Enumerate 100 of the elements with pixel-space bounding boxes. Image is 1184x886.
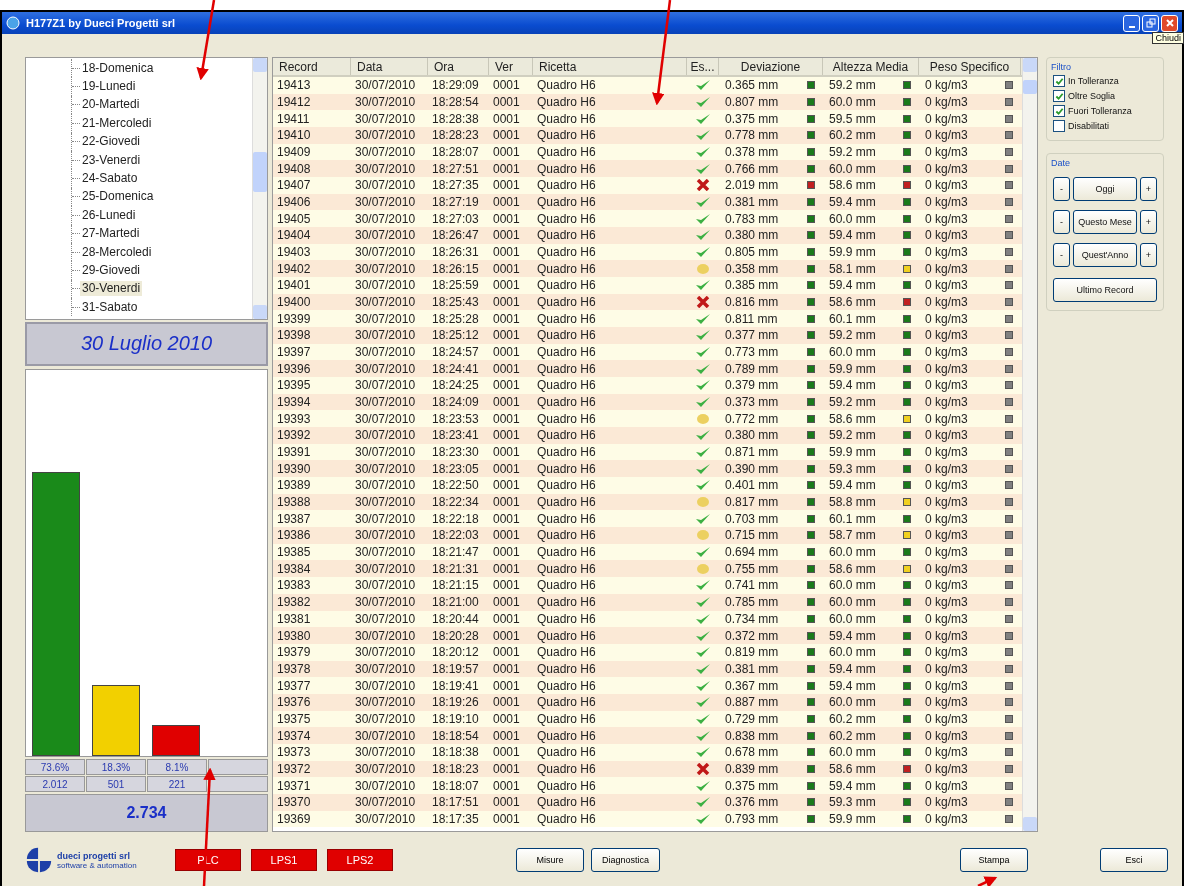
table-cell: 59.9 mm: [829, 811, 876, 826]
nav-button[interactable]: Misure: [516, 848, 584, 872]
column-header[interactable]: Peso Specifico: [919, 58, 1021, 75]
table-cell-text: 18:21:31: [431, 561, 480, 576]
column-header[interactable]: Deviazione: [719, 58, 823, 75]
table-cell-text: 30/07/2010: [354, 528, 417, 543]
next-button[interactable]: +: [1140, 177, 1157, 201]
scrollbar[interactable]: [252, 58, 267, 319]
tree-item[interactable]: 20-Martedi: [80, 97, 142, 113]
nav-button[interactable]: Diagnostica: [591, 848, 661, 872]
tree-item[interactable]: 18-Domenica: [80, 60, 156, 76]
tree-item[interactable]: 27-Martedi: [80, 226, 142, 242]
print-button[interactable]: Stampa: [960, 848, 1029, 872]
table-cell: 0.772 mm: [725, 411, 779, 426]
period-button[interactable]: Oggi: [1073, 177, 1137, 201]
table-cell-text: 19406: [276, 195, 312, 210]
table-cell-text: 30/07/2010: [354, 195, 417, 210]
previous-button[interactable]: -: [1053, 243, 1070, 267]
table-cell: 59.9 mm: [829, 361, 876, 376]
tree-item[interactable]: 25-Domenica: [80, 189, 156, 205]
tree-item[interactable]: 29-Giovedi: [80, 263, 143, 278]
checkbox[interactable]: [1053, 120, 1065, 132]
table-cell-text: Quadro H6: [536, 228, 597, 243]
table-cell-text: 18:20:12: [431, 645, 480, 660]
checkbox[interactable]: [1053, 90, 1065, 102]
table-cell-text: 18:27:03: [431, 211, 480, 226]
table-cell-text: Quadro H6: [536, 261, 597, 276]
exit-button[interactable]: Esci: [1100, 848, 1168, 872]
close-button[interactable]: [1161, 14, 1178, 32]
status-button[interactable]: LPS1: [251, 849, 317, 871]
table-cell: 0 kg/m3: [925, 678, 968, 693]
table-cell-text: Quadro H6: [536, 795, 597, 810]
tree-item[interactable]: 21-Mercoledi: [80, 115, 154, 131]
table-cell-text: 30/07/2010: [354, 461, 417, 476]
table-cell-text: 19409: [276, 145, 312, 159]
table-cell: 58.6 mm: [829, 411, 876, 426]
table-cell-text: 18:22:50: [431, 478, 480, 493]
previous-button[interactable]: -: [1053, 210, 1070, 234]
table-cell: 0.838 mm: [725, 728, 779, 743]
status-button[interactable]: LPS2: [327, 849, 393, 871]
table-cell-text: 30/07/2010: [354, 811, 417, 826]
table-cell-text: Quadro H6: [536, 378, 597, 393]
tree-item[interactable]: 23-Venerdi: [80, 152, 143, 168]
table-cell-text: 30/07/2010: [354, 628, 417, 643]
scrollbar[interactable]: [1022, 58, 1037, 831]
period-button[interactable]: Questo Mese: [1073, 210, 1137, 234]
previous-button[interactable]: -: [1053, 177, 1070, 201]
table-cell-text: 0001: [492, 161, 521, 176]
table-cell-text: 18:25:59: [431, 278, 480, 293]
status-button[interactable]: PLC: [175, 849, 241, 871]
column-header[interactable]: Altezza Media: [823, 58, 919, 75]
table-cell-text: 19405: [276, 211, 312, 226]
column-header[interactable]: Ora: [428, 58, 489, 75]
tree-item[interactable]: 31-Sabato: [80, 299, 140, 315]
table-cell-text: 30/07/2010: [354, 545, 417, 560]
table-cell-text: Quadro H6: [536, 178, 597, 193]
table-cell: 0.703 mm: [725, 511, 779, 526]
tree-item[interactable]: 30-Venerdi: [80, 281, 143, 297]
table-cell: 0 kg/m3: [925, 311, 968, 326]
table-cell: 59.2 mm: [829, 145, 876, 159]
table-cell-text: 18:19:57: [431, 661, 480, 676]
tree-item[interactable]: 22-Giovedi: [80, 134, 143, 150]
column-header[interactable]: Record: [273, 58, 351, 75]
column-header[interactable]: Data: [351, 58, 428, 75]
table-cell-text: Quadro H6: [536, 645, 597, 660]
column-header[interactable]: Es...: [687, 58, 719, 75]
checkbox[interactable]: [1053, 75, 1065, 87]
checkbox[interactable]: [1053, 105, 1065, 117]
last-record-button[interactable]: Ultimo Record: [1053, 278, 1157, 302]
tree-item[interactable]: 28-Mercoledi: [80, 244, 154, 260]
table-cell-text: 19386: [276, 528, 312, 543]
table-cell: 0 kg/m3: [925, 345, 968, 360]
tree-item[interactable]: 19-Lunedi: [80, 79, 138, 95]
table-cell-text: 0001: [492, 728, 521, 743]
table-cell: 0 kg/m3: [925, 361, 968, 376]
next-button[interactable]: +: [1140, 210, 1157, 234]
table-cell-text: 19381: [276, 611, 312, 626]
table-cell-text: Quadro H6: [536, 411, 597, 426]
table-cell-text: 18:28:38: [431, 111, 480, 126]
table-cell-text: 30/07/2010: [354, 78, 417, 93]
tree-item[interactable]: 24-Sabato: [80, 171, 140, 187]
table-cell-text: 0001: [492, 495, 521, 510]
period-button[interactable]: Quest'Anno: [1073, 243, 1137, 267]
table-cell-text: 18:18:23: [431, 761, 480, 776]
next-button[interactable]: +: [1140, 243, 1157, 267]
table-cell: 0 kg/m3: [925, 778, 968, 793]
tree-item[interactable]: 26-Lunedi: [80, 207, 138, 223]
column-header[interactable]: Ricetta: [533, 58, 687, 75]
column-header[interactable]: Ver: [489, 58, 533, 75]
table-cell-text: Quadro H6: [536, 678, 597, 693]
checkbox-label: Disabilitati: [1068, 121, 1109, 131]
table-cell-text: 30/07/2010: [354, 611, 417, 626]
restore-button[interactable]: [1142, 14, 1159, 32]
table-cell-text: 19402: [276, 261, 312, 276]
table-cell: 60.0 mm: [829, 545, 876, 560]
table-cell: 0 kg/m3: [925, 511, 968, 526]
minimize-button[interactable]: [1123, 14, 1140, 32]
table-cell-text: 0001: [492, 395, 521, 410]
table-cell-text: 19373: [276, 745, 312, 760]
table-cell-text: 19389: [276, 478, 312, 493]
